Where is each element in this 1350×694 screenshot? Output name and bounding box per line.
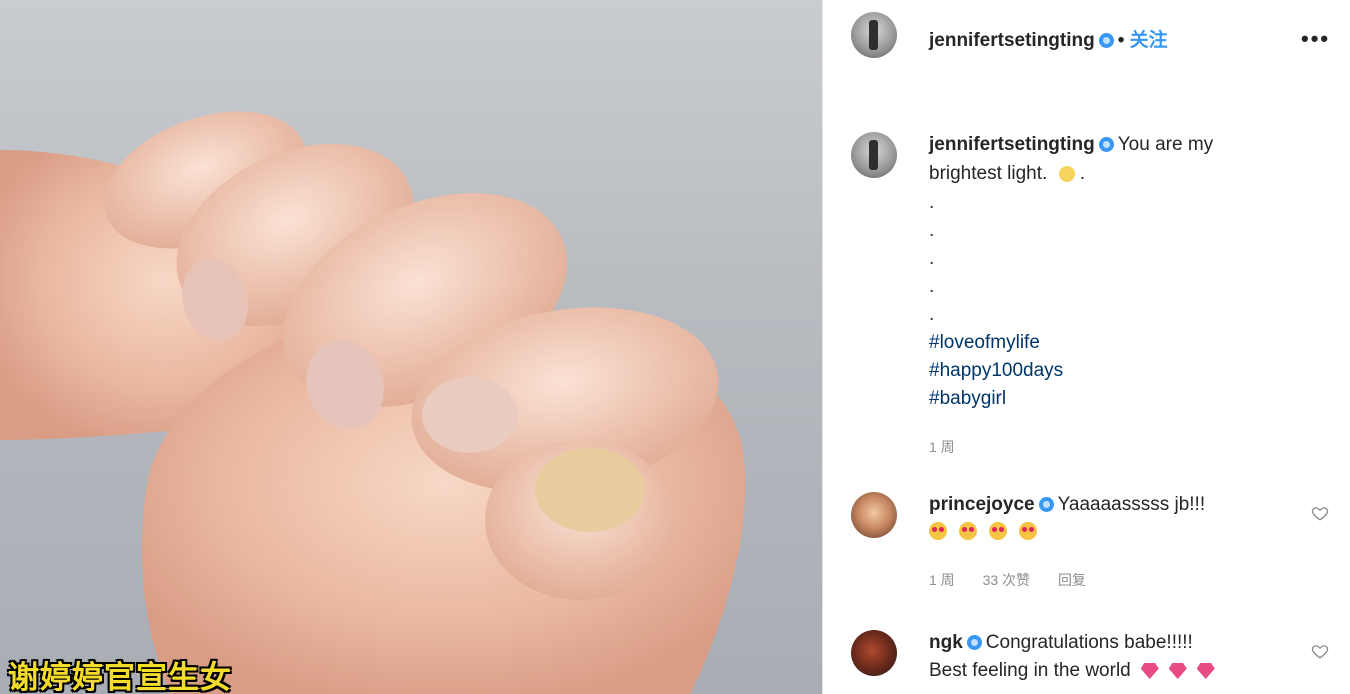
post-caption-line1: jennifertsetingting You are my: [929, 134, 1213, 156]
gem-heart-emoji-icon: [1196, 662, 1215, 679]
commenter-username[interactable]: ngk: [929, 632, 963, 653]
comment-row: ngk Congratulations babe!!!!!: [929, 632, 1193, 654]
caption-dot: .: [929, 192, 935, 213]
comment-time: 1 周: [929, 572, 955, 588]
gem-heart-emoji-icon: [1168, 662, 1187, 679]
emoji-row: [929, 522, 1049, 540]
comment-likes[interactable]: 33 次赞: [983, 572, 1030, 588]
verified-badge-icon: [1038, 497, 1054, 513]
heart-eyes-emoji-icon: [1019, 522, 1037, 540]
comment-meta: 1 周 33 次赞 回复: [929, 570, 1086, 590]
caption-dot: .: [929, 304, 935, 325]
gem-heart-emoji-icon: [1140, 662, 1159, 679]
post-panel: jennifertsetingting • 关注 ••• jennifertset…: [822, 0, 1350, 694]
header-username-row: jennifertsetingting • 关注: [929, 30, 1168, 51]
overlay-caption: 谢婷婷官宣生女: [8, 660, 232, 694]
post-author-avatar[interactable]: [851, 132, 897, 178]
header-username[interactable]: jennifertsetingting: [929, 30, 1095, 51]
post-author-username[interactable]: jennifertsetingting: [929, 134, 1095, 155]
comment-text-line2: Best feeling in the world: [929, 660, 1215, 682]
header-avatar[interactable]: [851, 12, 897, 58]
hashtag-link[interactable]: #happy100days: [929, 360, 1063, 382]
commenter-username[interactable]: princejoyce: [929, 494, 1035, 515]
moon-emoji-icon: [1058, 165, 1075, 182]
follow-button[interactable]: 关注: [1130, 30, 1168, 51]
more-options-icon[interactable]: •••: [1301, 26, 1330, 52]
post-time: 1 周: [929, 439, 955, 455]
comment-text: Congratulations babe!!!!!: [985, 632, 1193, 653]
verified-badge-icon: [1098, 137, 1114, 153]
post-caption-text: You are my: [1117, 134, 1214, 155]
caption-dot: .: [929, 220, 935, 241]
caption-dot: .: [929, 248, 935, 269]
comment-row: princejoyce Yaaaaasssss jb!!!: [929, 494, 1205, 516]
heart-eyes-emoji-icon: [989, 522, 1007, 540]
verified-badge-icon: [966, 635, 982, 651]
comment-text: Yaaaaasssss jb!!!: [1057, 494, 1206, 515]
heart-eyes-emoji-icon: [959, 522, 977, 540]
heart-icon[interactable]: [1311, 642, 1329, 660]
heart-icon[interactable]: [1311, 504, 1329, 522]
comment-text2: Best feeling in the world: [929, 660, 1131, 681]
baby-hand-image: [0, 111, 746, 694]
post-caption-text2: brightest light.: [929, 163, 1048, 184]
hashtag-link[interactable]: #loveofmylife: [929, 332, 1040, 354]
heart-eyes-emoji-icon: [929, 522, 947, 540]
verified-badge-icon: [1098, 33, 1114, 49]
post-caption-line2: brightest light. .: [929, 163, 1086, 184]
post-photo: 谢婷婷官宣生女: [0, 0, 822, 694]
commenter-avatar[interactable]: [851, 492, 897, 538]
caption-dot: .: [929, 276, 935, 297]
hashtag-link[interactable]: #babygirl: [929, 388, 1006, 410]
commenter-avatar[interactable]: [851, 630, 897, 676]
reply-button[interactable]: 回复: [1058, 572, 1086, 588]
